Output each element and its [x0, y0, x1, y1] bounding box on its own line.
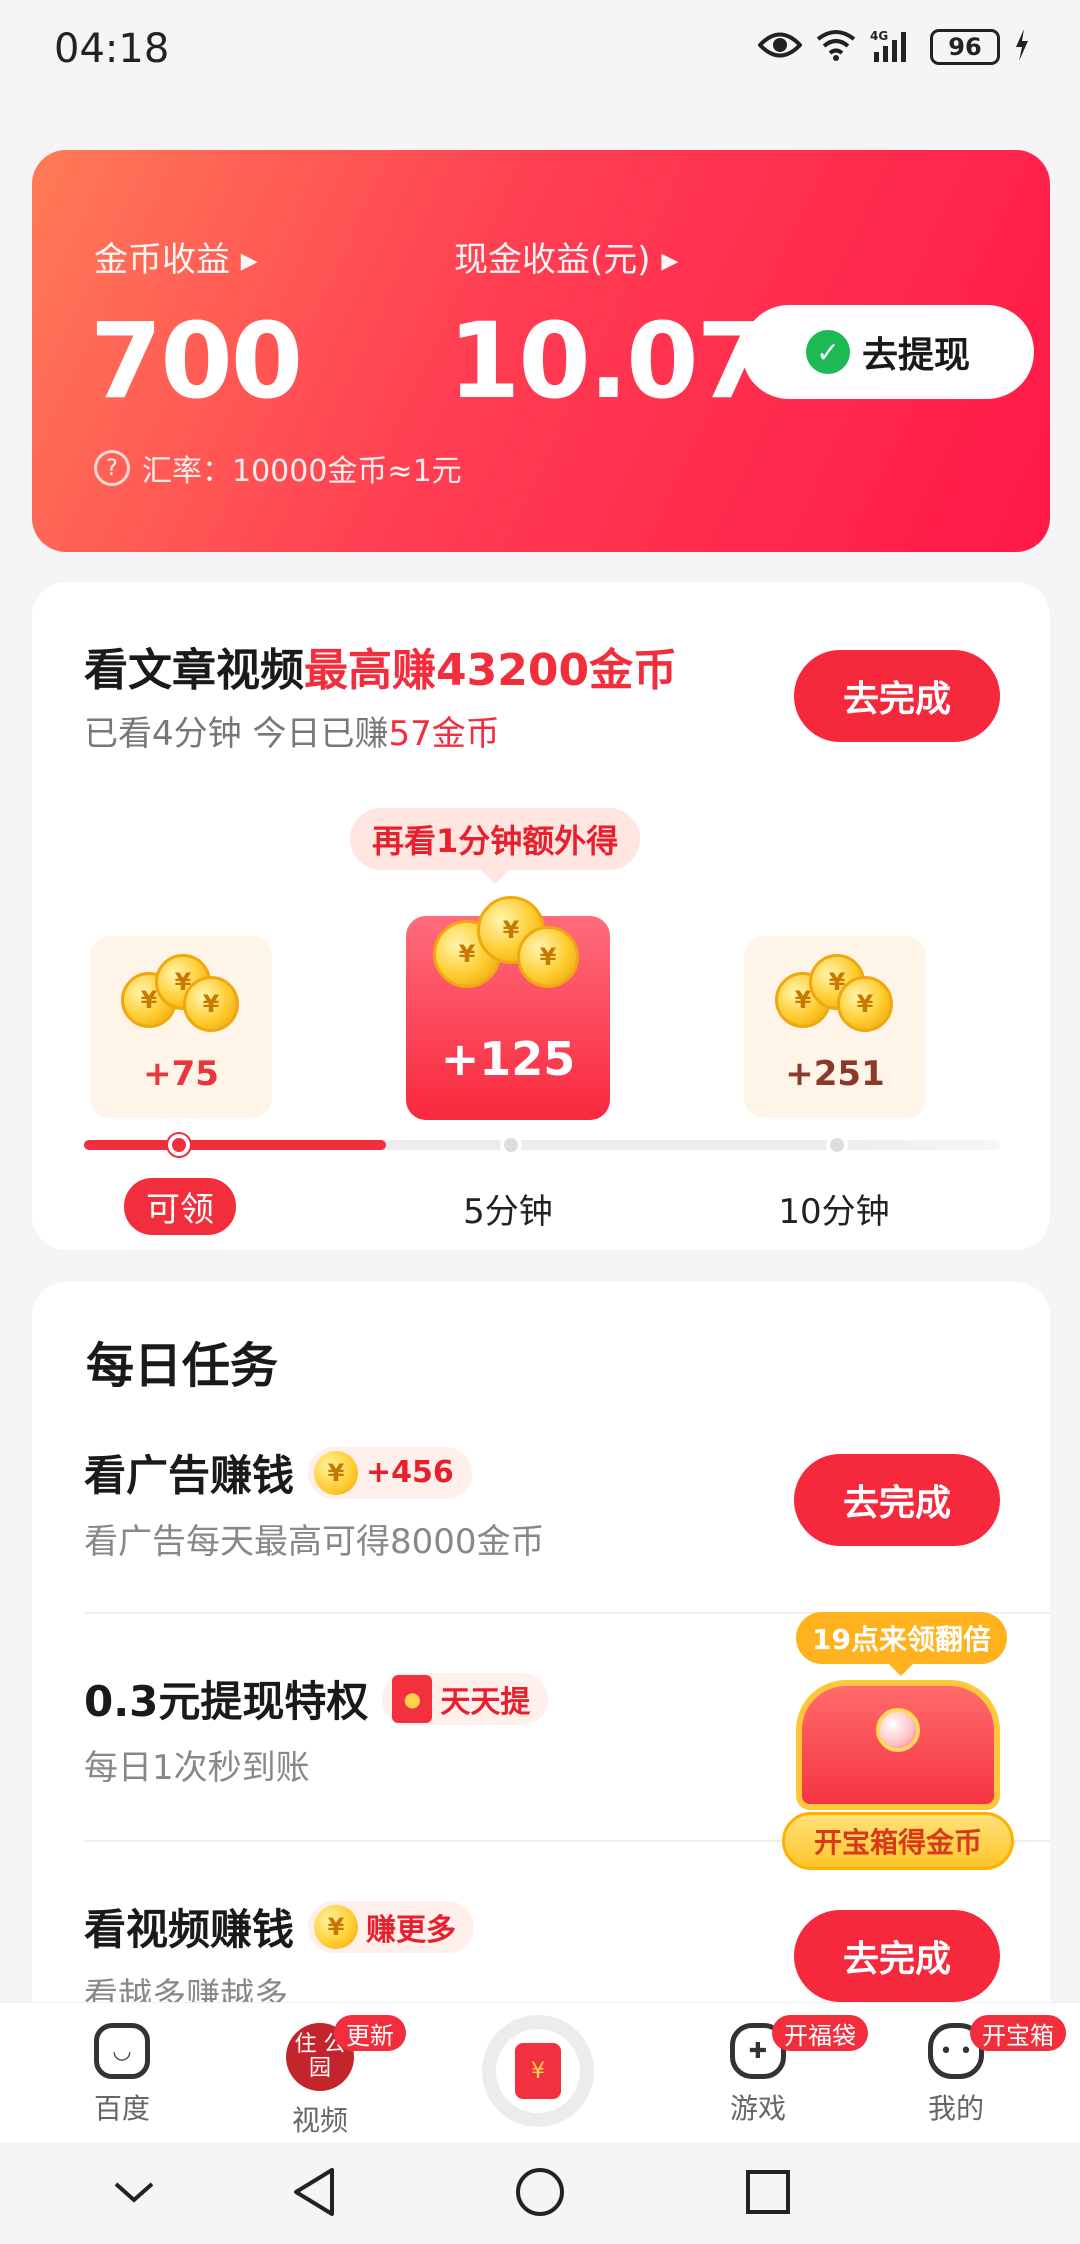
treasure-chest-icon[interactable]	[796, 1680, 1000, 1810]
claimable-label[interactable]: 可领	[124, 1178, 236, 1235]
eye-icon	[757, 30, 803, 64]
system-nav-bar	[0, 2142, 1080, 2244]
charging-icon	[1014, 29, 1030, 65]
nav-home-icon[interactable]	[510, 2162, 570, 2222]
progress-dot	[168, 1134, 190, 1156]
bottom-tab-bar: ◡ 百度 住 公园 视频 更新 ¥ ✚ 游戏 开福袋 • • 我的 开宝箱	[0, 2002, 1080, 2142]
open-chest-button[interactable]: 开宝箱得金币	[782, 1812, 1014, 1870]
cash-earnings-label[interactable]: 现金收益(元) ▸	[454, 232, 678, 281]
complete-button[interactable]: 去完成	[794, 650, 1000, 742]
task-desc: 每日1次秒到账	[84, 1748, 310, 1788]
red-packet-icon: ¥	[515, 2043, 561, 2099]
task-title: 看视频赚钱 ¥ 赚更多	[84, 1896, 475, 1957]
coin-stack-icon: ¥ ¥ ¥	[433, 896, 583, 996]
update-badge: 更新	[334, 2015, 406, 2051]
lucky-bag-badge: 开福袋	[772, 2015, 868, 2051]
cash-earnings-value: 10.07	[448, 300, 769, 422]
svg-text:4G: 4G	[870, 29, 888, 43]
daily-tasks-heading: 每日任务	[86, 1338, 279, 1394]
red-packet-tab[interactable]: ¥	[482, 2015, 594, 2127]
coin-stack-icon: ¥ ¥ ¥	[121, 954, 241, 1034]
play-arrow-icon: ▸	[650, 240, 679, 280]
tab-mine[interactable]: • • 我的 开宝箱	[886, 2015, 1066, 2127]
status-icons: 4G 96	[757, 28, 1030, 66]
progress-fill	[84, 1140, 387, 1150]
play-arrow-icon: ▸	[230, 240, 258, 280]
video-task-subtitle: 已看4分钟 今日已赚57金币	[84, 714, 500, 754]
tab-baidu[interactable]: ◡ 百度	[52, 2023, 192, 2127]
status-time: 04:18	[54, 26, 170, 72]
chest-double-badge: 19点来领翻倍	[796, 1612, 1007, 1676]
complete-button[interactable]: 去完成	[794, 1910, 1000, 2002]
video-task-title: 看文章视频最高赚43200金币	[84, 645, 678, 696]
reward-box-highlight[interactable]: ¥ ¥ ¥ +125	[406, 896, 610, 1120]
task-desc: 看广告每天最高可得8000金币	[84, 1522, 545, 1562]
red-envelope-icon: ●	[392, 1674, 433, 1723]
battery-icon: 96	[930, 29, 1000, 65]
reward-tag: ¥ 赚更多	[308, 1900, 475, 1953]
reward-box[interactable]: ¥ ¥ ¥ +251	[744, 936, 926, 1118]
task-title: 看广告赚钱 ¥ +456	[84, 1442, 472, 1503]
progress-dot	[826, 1134, 848, 1156]
task-desc: 看越多赚越多	[84, 1976, 288, 2002]
tab-games[interactable]: ✚ 游戏 开福袋	[688, 2015, 868, 2127]
tab-video[interactable]: 住 公园 视频 更新	[250, 2015, 406, 2139]
reward-tag: ● 天天提	[382, 1672, 549, 1725]
extra-reward-tip: 再看1分钟额外得	[350, 808, 641, 884]
earnings-card: 金币收益 ▸ 700 现金收益(元) ▸ 10.07 ✓ 去提现 ? 汇率：10…	[32, 150, 1050, 552]
wechat-pay-icon: ✓	[805, 330, 850, 374]
baidu-face-icon: ◡	[94, 2023, 150, 2079]
milestone-label: 5分钟	[463, 1192, 553, 1232]
task-title: 0.3元提现特权 ● 天天提	[84, 1668, 549, 1729]
coin-icon: ¥	[314, 1904, 359, 1949]
nav-recents-icon[interactable]	[738, 2162, 798, 2222]
exchange-rate: ? 汇率：10000金币≈1元	[94, 446, 462, 490]
nav-down-icon[interactable]	[104, 2162, 164, 2222]
help-icon[interactable]: ?	[94, 450, 130, 486]
video-task-card: 看文章视频最高赚43200金币 已看4分钟 今日已赚57金币 去完成 再看1分钟…	[32, 582, 1050, 1250]
milestone-label: 10分钟	[778, 1192, 890, 1232]
withdraw-button[interactable]: ✓ 去提现	[742, 305, 1034, 399]
open-chest-badge: 开宝箱	[970, 2015, 1066, 2051]
watch-progress-bar	[84, 1134, 1000, 1156]
coin-earnings-value: 700	[90, 300, 303, 422]
coin-icon: ¥	[314, 1450, 359, 1495]
reward-tag: ¥ +456	[308, 1446, 472, 1499]
progress-dot	[500, 1134, 522, 1156]
nav-back-icon[interactable]	[284, 2162, 344, 2222]
signal-4g-icon: 4G	[870, 28, 916, 66]
reward-box[interactable]: ¥ ¥ ¥ +75	[90, 936, 272, 1118]
complete-button[interactable]: 去完成	[794, 1454, 1000, 1546]
chest-gem	[876, 1708, 920, 1752]
coin-earnings-label[interactable]: 金币收益 ▸	[94, 232, 258, 281]
wifi-icon	[816, 29, 856, 65]
coin-stack-icon: ¥ ¥ ¥	[775, 954, 895, 1034]
status-bar: 04:18 4G 96	[0, 0, 1080, 100]
